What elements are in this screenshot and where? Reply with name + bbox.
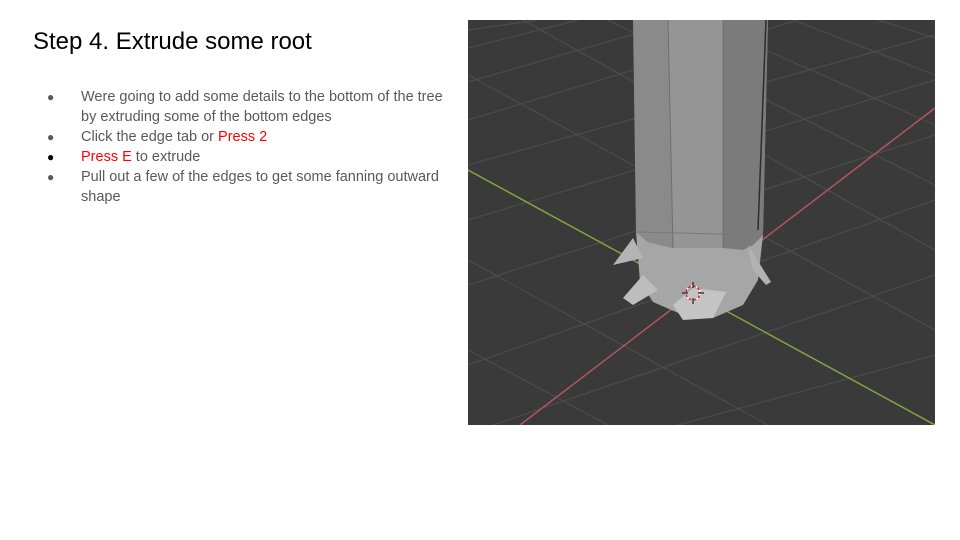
bullet-text: Pull out a few of the edges to get some … [81, 169, 439, 205]
bullet-dot-icon: ● [47, 130, 55, 144]
bullet-list: ● Were going to add some details to the … [47, 87, 457, 207]
bullet-item: ● Click the edge tab or Press 2 [47, 127, 457, 147]
bullet-item: ● Pull out a few of the edges to get som… [47, 167, 457, 207]
bullet-dot-icon: ● [47, 150, 55, 164]
bullet-highlight: Press 2 [218, 129, 268, 145]
bullet-item: ● Press E to extrude [47, 147, 457, 167]
slide-title: Step 4. Extrude some root [33, 28, 312, 55]
bullet-text: Were going to add some details to the bo… [81, 89, 443, 125]
bullet-highlight: Press E [81, 149, 132, 165]
bullet-item: ● Were going to add some details to the … [47, 87, 457, 127]
viewport-scene [468, 20, 935, 425]
bullet-dot-icon: ● [47, 170, 55, 184]
bullet-text: Click the edge tab or [81, 129, 219, 145]
bullet-dot-icon: ● [47, 90, 55, 104]
blender-viewport-screenshot [468, 20, 935, 425]
bullet-text: to extrude [131, 149, 201, 165]
